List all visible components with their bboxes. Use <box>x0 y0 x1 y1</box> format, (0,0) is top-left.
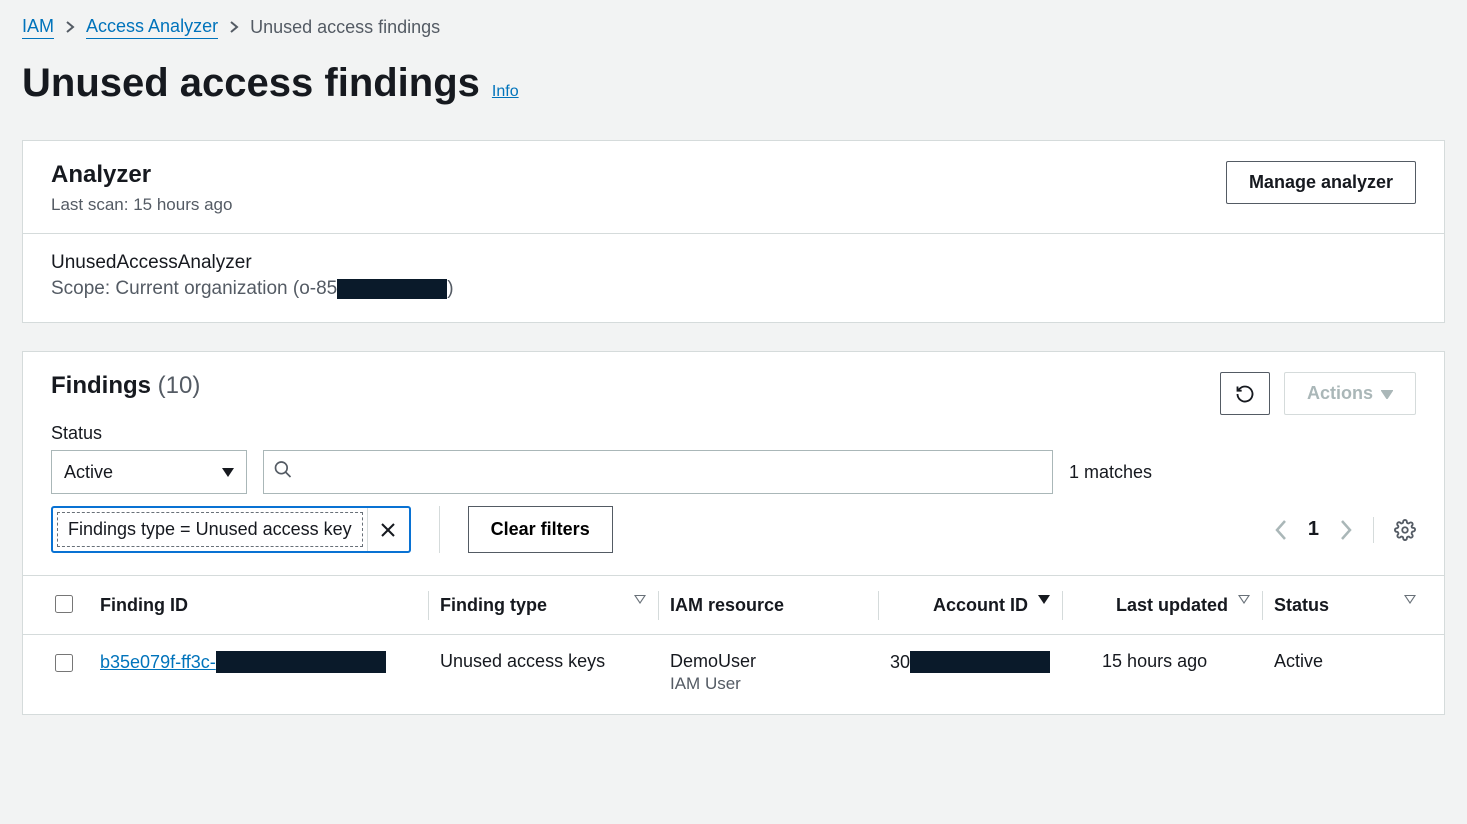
status-select[interactable]: Active <box>51 450 247 494</box>
breadcrumb-link-access-analyzer[interactable]: Access Analyzer <box>86 16 218 39</box>
col-finding-type[interactable]: Finding type <box>428 576 658 635</box>
analyzer-scope-suffix: ) <box>447 278 453 300</box>
gear-icon <box>1394 519 1416 541</box>
actions-dropdown-button[interactable]: Actions <box>1284 372 1416 415</box>
col-account-id-label: Account ID <box>933 595 1028 615</box>
page-next[interactable] <box>1339 519 1353 541</box>
settings-button[interactable] <box>1394 519 1416 541</box>
col-finding-type-label: Finding type <box>440 595 547 615</box>
clear-filters-button[interactable]: Clear filters <box>468 506 613 553</box>
sort-icon <box>1238 595 1250 604</box>
redacted-org-id <box>337 279 447 299</box>
status-select-value: Active <box>64 462 113 483</box>
manage-analyzer-button[interactable]: Manage analyzer <box>1226 161 1416 204</box>
search-input[interactable] <box>263 450 1053 494</box>
search-icon <box>273 460 293 485</box>
chevron-left-icon <box>1274 519 1288 541</box>
col-finding-id[interactable]: Finding ID <box>88 576 428 635</box>
chevron-right-icon <box>64 17 76 38</box>
status-label: Status <box>51 423 1416 444</box>
search-field[interactable] <box>263 450 1053 494</box>
table-row: b35e079f-ff3c- Unused access keys DemoUs… <box>23 635 1444 711</box>
col-iam-resource-label: IAM resource <box>670 595 784 615</box>
findings-heading: Findings (10) <box>51 372 200 400</box>
caret-down-icon <box>222 468 234 477</box>
actions-button-label: Actions <box>1307 383 1373 404</box>
analyzer-scope-prefix: Scope: Current organization (o-85 <box>51 278 337 300</box>
info-link[interactable]: Info <box>492 83 519 101</box>
sort-icon <box>634 595 646 604</box>
breadcrumb-current: Unused access findings <box>250 17 440 38</box>
cell-account-id: 30 <box>878 635 1062 711</box>
divider <box>1373 517 1374 543</box>
refresh-icon <box>1235 384 1255 404</box>
findings-count: (10) <box>158 372 201 399</box>
iam-resource-type: IAM User <box>670 674 866 694</box>
analyzer-name: UnusedAccessAnalyzer <box>51 252 1416 274</box>
filter-chip-label: Findings type = Unused access key <box>57 512 363 547</box>
select-all-checkbox[interactable] <box>55 595 73 613</box>
cell-last-updated: 15 hours ago <box>1062 635 1262 711</box>
breadcrumb: IAM Access Analyzer Unused access findin… <box>22 10 1445 55</box>
findings-heading-text: Findings <box>51 372 151 399</box>
pagination: 1 <box>1274 517 1416 543</box>
analyzer-last-scan: Last scan: 15 hours ago <box>51 195 232 215</box>
refresh-button[interactable] <box>1220 372 1270 415</box>
chevron-right-icon <box>228 17 240 38</box>
page-title: Unused access findings Info <box>22 61 1445 106</box>
matches-count: 1 matches <box>1069 462 1152 483</box>
account-id-visible: 30 <box>890 652 910 673</box>
row-checkbox[interactable] <box>55 654 73 672</box>
iam-resource-name: DemoUser <box>670 651 866 672</box>
cell-finding-type: Unused access keys <box>428 635 658 711</box>
cell-iam-resource: DemoUser IAM User <box>658 635 878 711</box>
breadcrumb-link-iam[interactable]: IAM <box>22 16 54 39</box>
finding-id-link[interactable]: b35e079f-ff3c- <box>100 652 216 673</box>
page-title-text: Unused access findings <box>22 61 480 106</box>
chevron-right-icon <box>1339 519 1353 541</box>
analyzer-panel: Analyzer Last scan: 15 hours ago Manage … <box>22 140 1445 323</box>
analyzer-scope: Scope: Current organization (o-85 ) <box>51 278 1416 300</box>
col-last-updated[interactable]: Last updated <box>1062 576 1262 635</box>
col-select-all <box>23 576 88 635</box>
redacted-finding-id <box>216 651 386 673</box>
divider <box>439 506 440 553</box>
sort-desc-icon <box>1038 595 1050 604</box>
cell-status: Active <box>1262 635 1444 711</box>
filter-chip-remove[interactable] <box>367 508 409 551</box>
analyzer-heading: Analyzer <box>51 161 232 189</box>
filter-chip[interactable]: Findings type = Unused access key <box>51 506 411 553</box>
col-status[interactable]: Status <box>1262 576 1444 635</box>
col-iam-resource[interactable]: IAM resource <box>658 576 878 635</box>
redacted-account-id <box>910 651 1050 673</box>
close-icon <box>380 522 396 538</box>
col-status-label: Status <box>1274 595 1329 615</box>
col-account-id[interactable]: Account ID <box>878 576 1062 635</box>
page-prev[interactable] <box>1274 519 1288 541</box>
page-number: 1 <box>1308 518 1319 541</box>
findings-panel: Findings (10) Actions Status Active <box>22 351 1445 715</box>
caret-down-icon <box>1381 383 1393 404</box>
col-last-updated-label: Last updated <box>1116 595 1228 615</box>
sort-icon <box>1404 595 1416 604</box>
findings-table: Finding ID Finding type IAM resource Acc… <box>23 575 1444 710</box>
